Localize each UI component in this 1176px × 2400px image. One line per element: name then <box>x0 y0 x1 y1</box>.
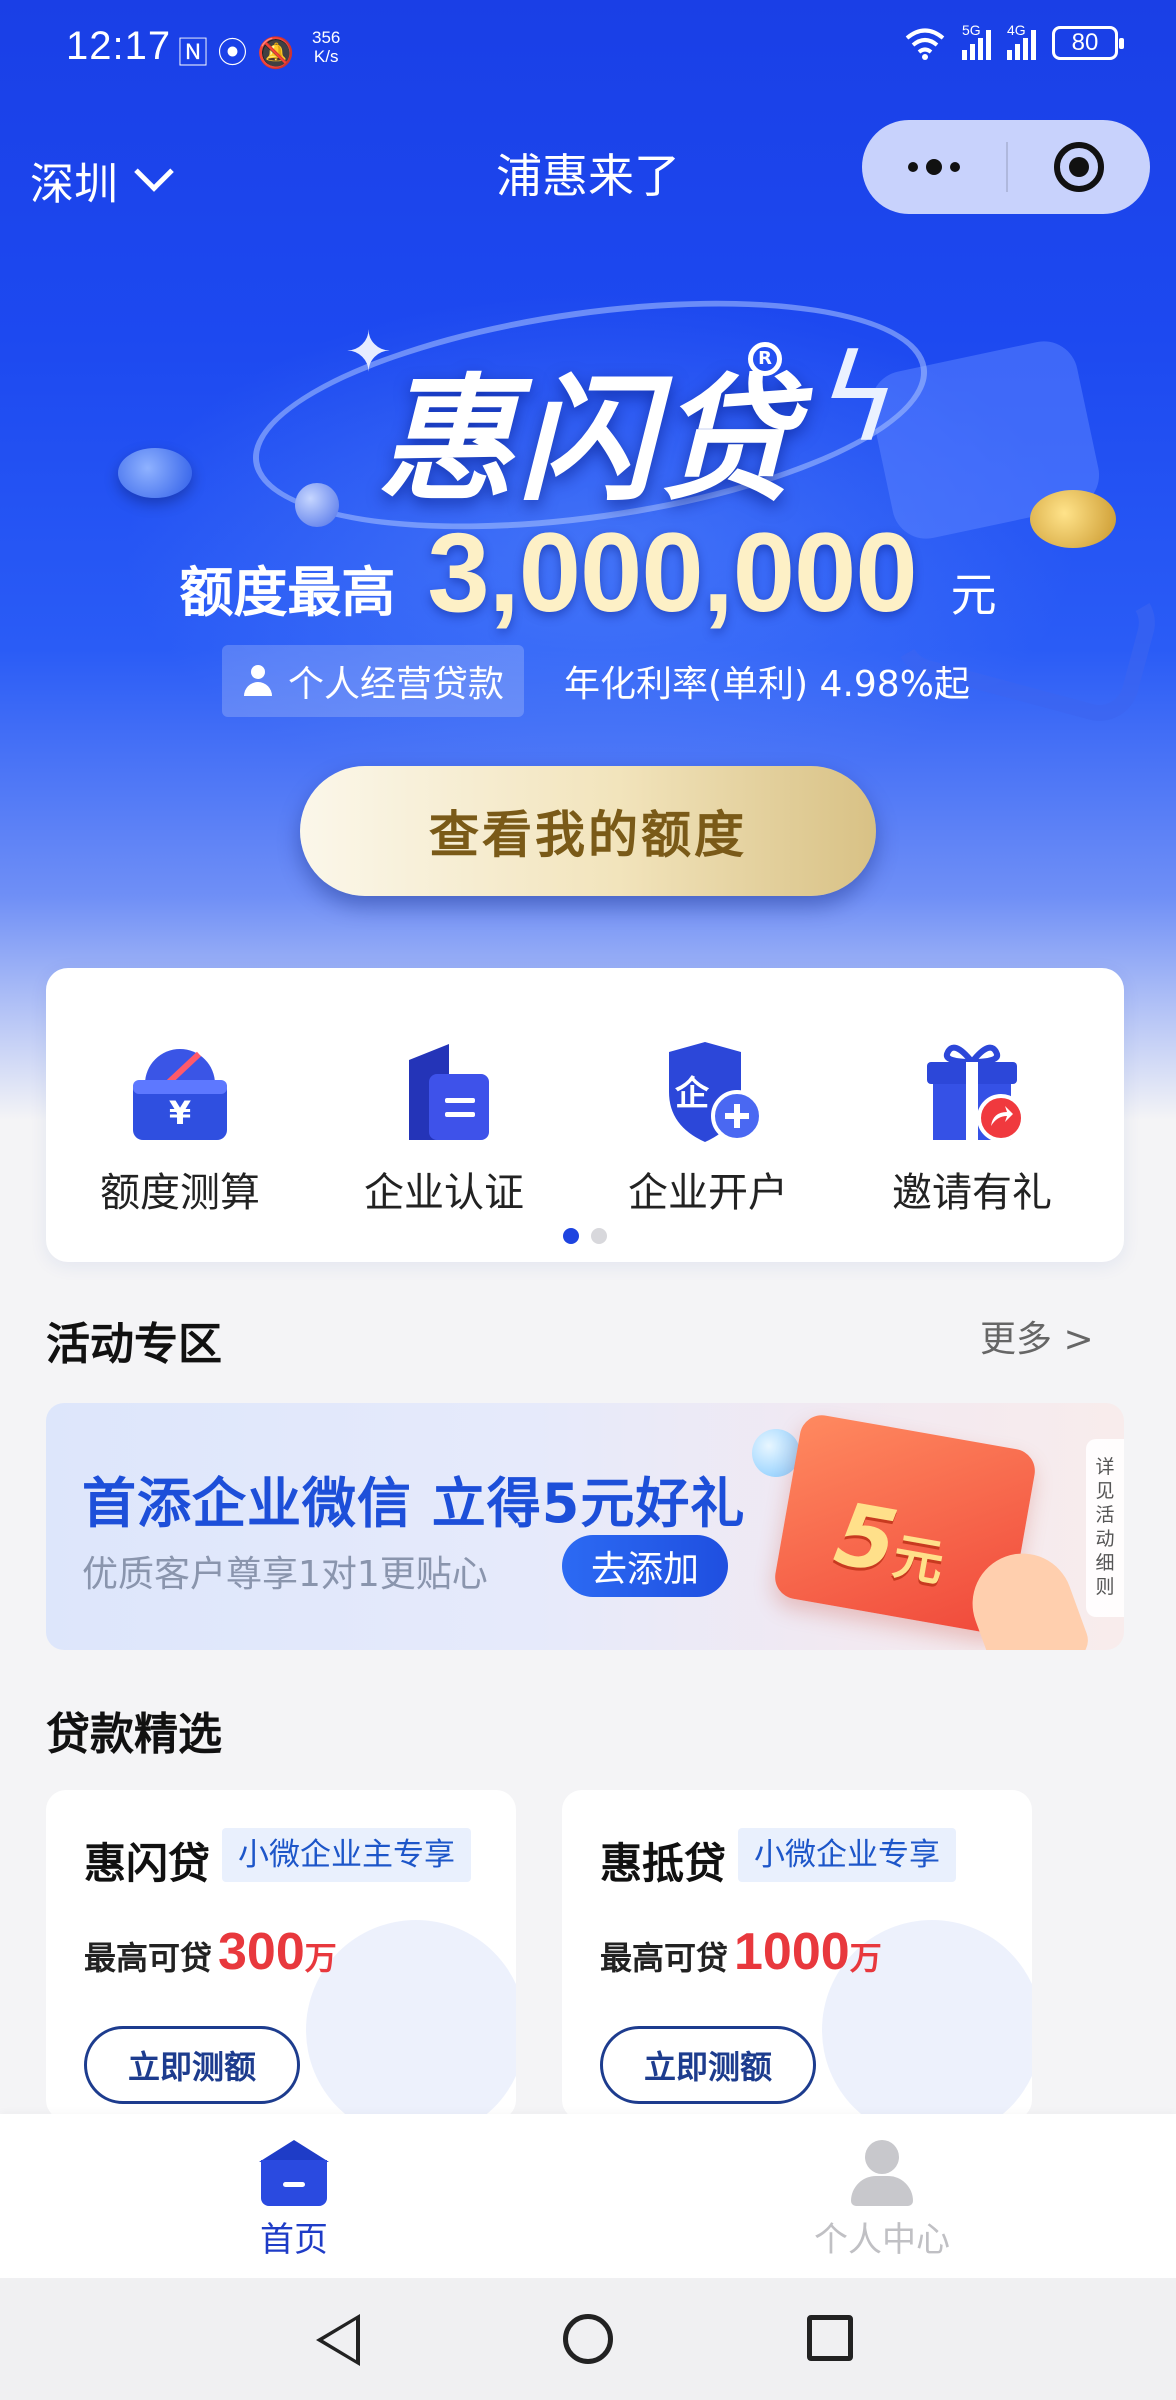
net-speed: 356 K/s <box>312 28 340 66</box>
rules-tab-label: 详见活动细则 <box>1095 1456 1115 1598</box>
shield-plus-icon: 企 <box>653 1040 763 1144</box>
loan-amount-unit: 万 <box>304 1939 337 1977</box>
activity-more-link[interactable]: 更多 > <box>980 1310 1094 1362</box>
gift-share-icon <box>917 1040 1027 1144</box>
interest-rate: 年化利率(单利) 4.98%起 <box>564 664 970 705</box>
signal-5g-icon: 5G <box>962 22 991 60</box>
limit-label: 额度最高 <box>179 561 396 624</box>
check-limit-button[interactable]: 查看我的额度 <box>300 766 876 896</box>
quick-action-open-account[interactable]: 企 企业开户 <box>598 1040 818 1218</box>
loan-type-badge: 个人经营贷款 <box>222 645 525 717</box>
system-nav-bar <box>0 2278 1176 2400</box>
quick-actions-panel: ¥ 额度测算 企业认证 企 企业开户 邀请有礼 <box>46 968 1124 1262</box>
quick-action-invite[interactable]: 邀请有礼 <box>862 1040 1082 1218</box>
home-circle-icon[interactable] <box>563 2314 613 2364</box>
tab-home[interactable]: 首页 <box>194 2140 394 2261</box>
quick-action-label: 企业认证 <box>364 1170 524 1216</box>
banner-card-amount: 5元 <box>828 1484 954 1602</box>
person-icon <box>242 665 274 697</box>
loan-name: 惠抵贷 <box>600 1839 727 1888</box>
quick-action-label: 企业开户 <box>628 1170 788 1216</box>
credit-limit-row: 额度最高 3,000,000 元 <box>0 508 1176 637</box>
tab-profile-label: 个人中心 <box>814 2220 950 2260</box>
activity-section-title: 活动专区 <box>46 1319 222 1370</box>
quick-action-label: 额度测算 <box>100 1170 260 1216</box>
nav-bar: 深圳 浦惠来了 <box>0 118 1176 238</box>
loan-amount-label: 最高可贷 <box>600 1939 729 1977</box>
limit-value: 3,000,000 <box>427 510 917 635</box>
pager-dots <box>46 1228 1124 1244</box>
close-miniapp-button[interactable] <box>1008 120 1150 214</box>
loan-amount-label: 最高可贷 <box>84 1939 213 1977</box>
user-icon <box>847 2140 917 2206</box>
loan-type-label: 个人经营贷款 <box>288 664 505 705</box>
loan-name: 惠闪贷 <box>84 1839 211 1888</box>
loan-card[interactable]: 惠闪贷 小微企业主专享 最高可贷 300 万 立即测额 <box>46 1790 516 2120</box>
tab-profile[interactable]: 个人中心 <box>782 2140 982 2261</box>
loan-amount-value: 1000 <box>734 1923 850 1981</box>
quick-action-label: 邀请有礼 <box>892 1170 1052 1216</box>
company-symbol: 企 <box>675 1074 709 1114</box>
banner-subtitle: 优质客户尊享1对1更贴心 <box>82 1554 488 1595</box>
wallet-gauge-icon: ¥ <box>125 1040 235 1144</box>
pager-dot-active <box>563 1228 579 1244</box>
back-triangle-icon[interactable] <box>316 2314 360 2366</box>
loan-estimate-button[interactable]: 立即测额 <box>84 2026 300 2104</box>
home-icon <box>259 2140 329 2206</box>
card-unit: 元 <box>888 1527 948 1593</box>
recents-square-icon[interactable] <box>807 2315 853 2361</box>
yen-symbol: ¥ <box>168 1094 192 1132</box>
more-dots-icon[interactable] <box>862 120 1006 214</box>
net-speed-value: 356 <box>312 28 341 47</box>
signal-4g-label: 4G <box>1007 22 1026 38</box>
quick-action-company-verify[interactable]: 企业认证 <box>334 1040 554 1218</box>
loan-amount: 最高可贷 1000 万 <box>600 1922 882 1982</box>
net-speed-unit: K/s <box>313 47 339 66</box>
status-bar: 12:17 🄽 ⦿ 🔕 356 K/s 5G 4G 80 <box>0 0 1176 100</box>
target-ring-icon <box>1054 142 1104 192</box>
quick-action-limit-calc[interactable]: ¥ 额度测算 <box>70 1040 290 1218</box>
banner-add-button[interactable]: 去添加 <box>562 1535 728 1597</box>
status-right-icons: 5G 4G 80 <box>904 22 1124 60</box>
miniapp-capsule <box>862 120 1150 214</box>
activity-banner[interactable]: 首添企业微信 立得5元好礼 优质客户尊享1对1更贴心 去添加 5元 详见活动细则 <box>46 1403 1124 1650</box>
signal-4g-icon: 4G <box>1007 22 1036 60</box>
wifi-icon <box>905 28 945 60</box>
pager-dot <box>591 1228 607 1244</box>
loan-card[interactable]: 惠抵贷 小微企业专享 最高可贷 1000 万 立即测额 <box>562 1790 1032 2120</box>
loan-info-row: 个人经营贷款 年化利率(单利) 4.98%起 <box>222 645 970 717</box>
banner-title: 首添企业微信 立得5元好礼 <box>82 1472 746 1535</box>
loan-amount-value: 300 <box>218 1923 305 1981</box>
registered-mark-icon: R <box>748 342 782 376</box>
bottom-tab-bar: 首页 个人中心 <box>0 2114 1176 2278</box>
loans-section-title: 贷款精选 <box>46 1709 222 1760</box>
signal-5g-label: 5G <box>962 22 981 38</box>
tab-home-label: 首页 <box>260 2220 328 2260</box>
status-left-icons: 🄽 ⦿ 🔕 <box>178 36 295 71</box>
status-time: 12:17 <box>66 24 172 68</box>
loan-amount: 最高可贷 300 万 <box>84 1922 337 1982</box>
battery-icon: 80 <box>1052 26 1124 60</box>
brand-logo-text: 惠闪贷 <box>378 362 798 520</box>
loan-amount-unit: 万 <box>849 1939 882 1977</box>
loan-tag: 小微企业专享 <box>738 1828 956 1882</box>
limit-unit: 元 <box>950 568 997 622</box>
building-doc-icon <box>389 1040 499 1144</box>
loan-tag: 小微企业主专享 <box>222 1828 471 1882</box>
loan-estimate-button[interactable]: 立即测额 <box>600 2026 816 2104</box>
banner-rules-tab[interactable]: 详见活动细则 <box>1086 1439 1124 1617</box>
